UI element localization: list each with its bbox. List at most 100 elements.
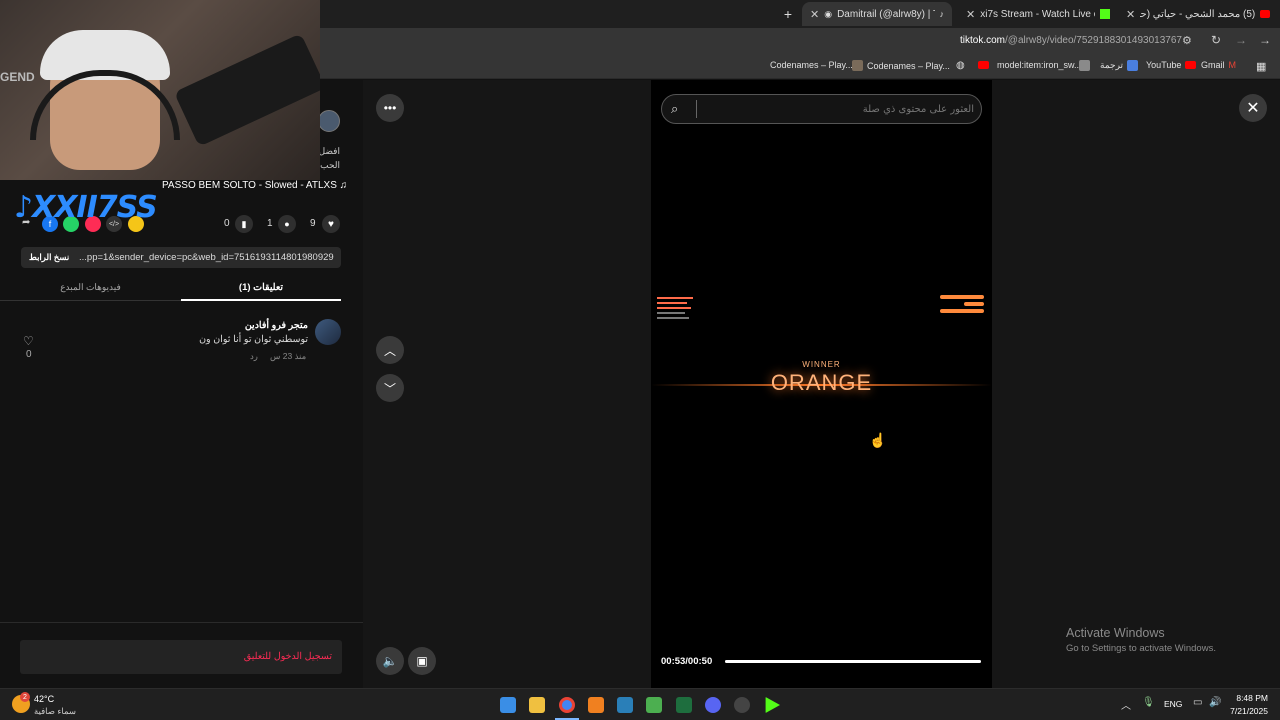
- killfeed-right: [940, 292, 988, 320]
- tab-label: xi7s Stream - Watch Live on Kick: [980, 8, 1095, 20]
- tab-creator-videos[interactable]: فيديوهات المبدع: [0, 282, 181, 302]
- app-icon[interactable]: [617, 697, 633, 713]
- url-field[interactable]: tiktok.com/@alrw8y/video/752918830149301…: [960, 35, 1182, 46]
- clock-date[interactable]: 7/21/2025: [1228, 706, 1268, 716]
- app-icon[interactable]: [588, 697, 604, 713]
- bookmark-codenames-2[interactable]: Codenames – Play...: [852, 60, 950, 71]
- comment-text: توسطني ثوان تو أنا ثوان ون: [199, 334, 308, 345]
- network-icon[interactable]: ▭: [1193, 697, 1202, 708]
- progress-track[interactable]: [725, 660, 981, 663]
- tab-label: Damitrail (@alrw8y) | TikTok: [837, 8, 934, 20]
- codenames-icon: [852, 60, 863, 71]
- back-icon[interactable]: →: [1259, 33, 1271, 47]
- weather-status: سماء صافية: [34, 706, 76, 716]
- reload-icon[interactable]: ↻: [1211, 33, 1221, 47]
- login-to-comment-box[interactable]: تسجيل الدخول للتعليق: [20, 640, 342, 674]
- search-bar[interactable]: ⌕: [661, 94, 982, 124]
- file-explorer-icon[interactable]: [529, 697, 545, 713]
- comments-count: 1: [267, 218, 273, 229]
- video-link: ...pp=1&sender_device=pc&web_id=75161931…: [79, 252, 334, 263]
- comment-icon[interactable]: ●: [278, 215, 296, 233]
- volume-button[interactable]: 🔈: [376, 647, 404, 675]
- bookmark-model-item[interactable]: model:item:iron_sw...: [978, 60, 1082, 70]
- close-icon[interactable]: ✕: [1126, 8, 1135, 21]
- tab-kick[interactable]: ✕ xi7s Stream - Watch Live on Kick: [958, 2, 1118, 26]
- excel-icon[interactable]: [676, 697, 692, 713]
- copy-link-button[interactable]: نسخ الرابط: [29, 252, 69, 263]
- clock-time[interactable]: 8:48 PM: [1228, 693, 1268, 703]
- cube-icon: [1079, 60, 1090, 71]
- microphone-arm: [173, 33, 320, 147]
- close-icon[interactable]: ✕: [810, 8, 819, 21]
- close-icon[interactable]: ✕: [966, 8, 975, 21]
- close-icon: ✕: [1246, 100, 1260, 117]
- chrome-icon[interactable]: [559, 697, 575, 713]
- comment-like-icon[interactable]: ♡: [23, 334, 34, 348]
- bookmark-globe[interactable]: ◍: [956, 60, 965, 71]
- chevron-up-icon[interactable]: ︿: [1121, 697, 1131, 712]
- tab-tiktok[interactable]: ✕ ◉ Damitrail (@alrw8y) | TikTok ♪: [802, 2, 952, 26]
- taskbar: 2 42°C سماء صافية ︿ 🎙 ENG ▭ 🔊 8:48 PM 7/…: [0, 688, 1280, 720]
- more-options-button[interactable]: •••: [376, 94, 404, 122]
- forward-icon[interactable]: →: [1235, 33, 1247, 47]
- bookmark-translate[interactable]: ترجمة: [1079, 60, 1139, 71]
- saves-count: 0: [224, 218, 230, 229]
- youtube-icon: [1185, 61, 1197, 69]
- all-bookmarks-icon[interactable]: ▦: [1256, 60, 1266, 73]
- active-tab-indicator: [181, 299, 341, 301]
- avatar[interactable]: [318, 110, 340, 132]
- discord-icon[interactable]: [705, 697, 721, 713]
- pip-icon: ▣: [416, 654, 428, 668]
- ellipsis-icon: •••: [383, 101, 397, 115]
- chevron-up-icon: ︿: [383, 343, 396, 358]
- app-icon[interactable]: [734, 697, 750, 713]
- picture-in-picture-button[interactable]: ▣: [408, 647, 436, 675]
- search-input[interactable]: [702, 99, 974, 119]
- search-icon[interactable]: ⌕: [671, 101, 678, 117]
- volume-icon[interactable]: 🔊: [1209, 697, 1221, 708]
- tiktok-icon: ♪: [14, 190, 33, 225]
- youtube-icon: [978, 61, 989, 69]
- temperature: 42°C: [34, 694, 55, 704]
- bookmark-youtube[interactable]: YouTube: [1146, 60, 1197, 70]
- activate-windows-subtitle: Go to Settings to activate Windows.: [1066, 643, 1216, 654]
- new-tab-button[interactable]: +: [780, 2, 796, 26]
- video-player[interactable]: WINNER ORANGE ☝ 00:53/00:50: [651, 80, 992, 688]
- comment-like-count: 0: [26, 349, 32, 360]
- site-settings-icon[interactable]: ⚙: [1182, 34, 1192, 47]
- language-indicator[interactable]: ENG: [1164, 699, 1182, 709]
- speaker-icon: 🔈: [382, 654, 398, 668]
- comment-author[interactable]: متجر فرو أفادين: [180, 320, 308, 331]
- music-title[interactable]: PASSO BEM SOLTO - Slowed - ATLXS ♫: [162, 180, 347, 191]
- webcam-overlay: GEND: [0, 0, 320, 180]
- heart-icon[interactable]: ♥: [322, 215, 340, 233]
- winner-team: ORANGE: [770, 370, 873, 395]
- divider: [0, 622, 363, 623]
- next-video-button[interactable]: ﹀: [376, 374, 404, 402]
- reply-link[interactable]: رد: [250, 351, 258, 362]
- likes-count: 9: [310, 218, 316, 229]
- tab-label: (5) محمد الشحي - حياتي (حصرياً): [1140, 8, 1256, 20]
- bookmark-codenames-1[interactable]: Codenames – Play...: [770, 60, 853, 70]
- bookmark-gmail[interactable]: Gmail M: [1201, 60, 1236, 70]
- kick-icon: [1100, 9, 1110, 19]
- streamer-logo: ♪XXII7SS: [14, 190, 158, 225]
- comment-time: منذ 23 س: [270, 351, 307, 361]
- tab-youtube[interactable]: ✕ (5) محمد الشحي - حياتي (حصرياً): [1118, 2, 1280, 26]
- killfeed-left: [657, 294, 697, 328]
- windows-start-icon[interactable]: [500, 697, 516, 713]
- search-divider: [696, 100, 697, 118]
- activate-windows-title: Activate Windows: [1066, 626, 1165, 640]
- progress-fill: [725, 660, 981, 663]
- tiktok-icon: ♪: [939, 9, 945, 19]
- winner-label: WINNER: [802, 360, 841, 369]
- close-video-button[interactable]: ✕: [1239, 94, 1267, 122]
- microphone-icon[interactable]: 🎙: [1142, 697, 1155, 708]
- minecraft-icon[interactable]: [646, 697, 662, 713]
- link-box: ...pp=1&sender_device=pc&web_id=75161931…: [21, 247, 341, 268]
- login-to-comment-label[interactable]: تسجيل الدخول للتعليق: [244, 651, 332, 662]
- play-icon[interactable]: [765, 697, 780, 713]
- previous-video-button[interactable]: ︿: [376, 336, 404, 364]
- bookmark-icon[interactable]: ▮: [235, 215, 253, 233]
- comment-avatar[interactable]: [315, 319, 341, 345]
